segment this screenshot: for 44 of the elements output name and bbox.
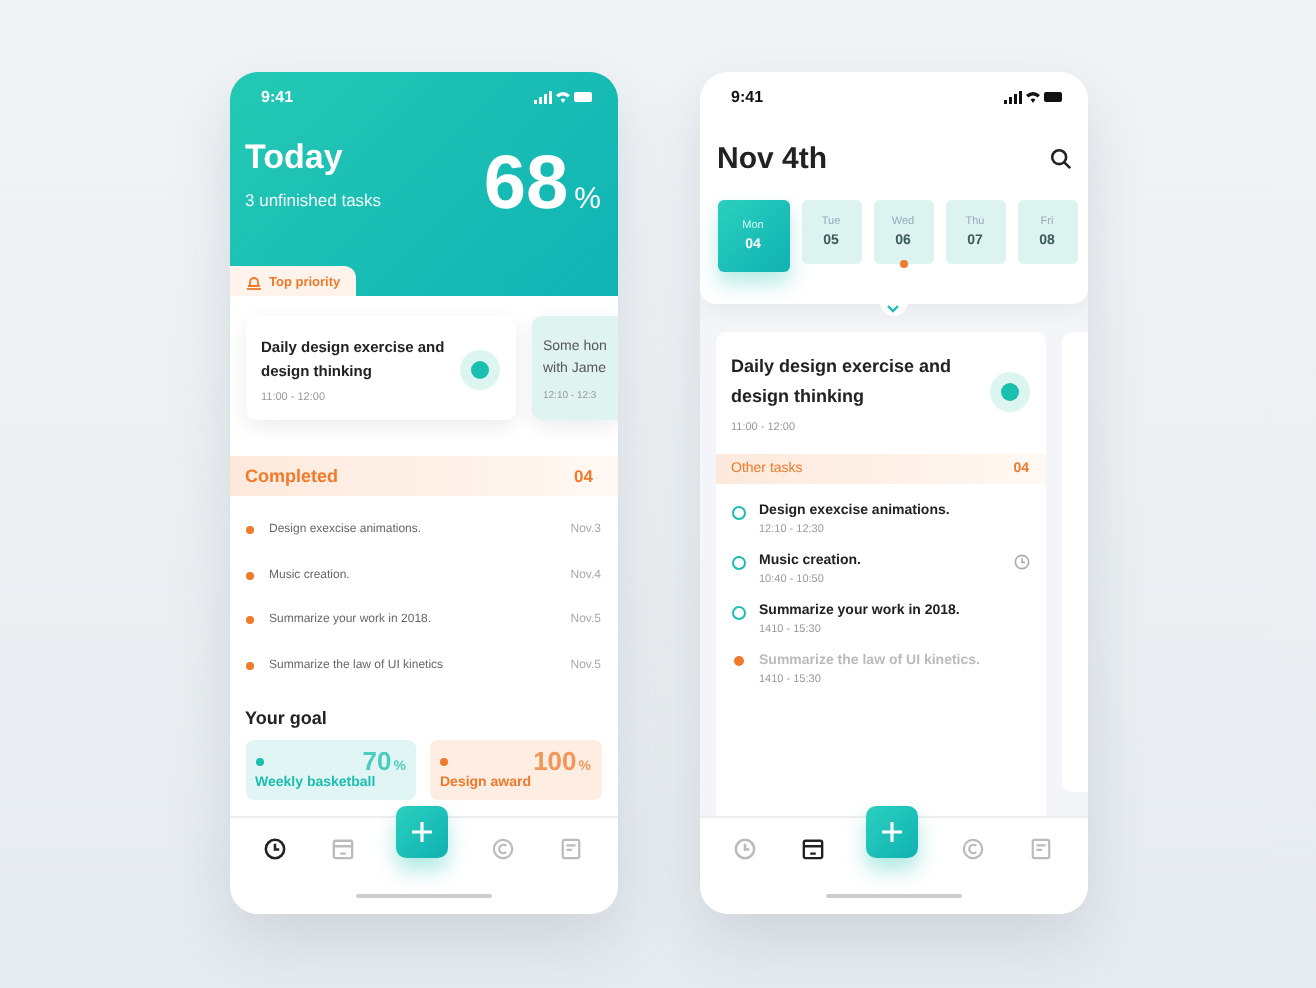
goal-value: 70 [362, 748, 392, 774]
bell-icon [245, 274, 261, 290]
screen-title: Nov 4th [717, 142, 828, 176]
home-indicator [355, 893, 491, 899]
status-icons [533, 90, 593, 104]
bullet-dot [245, 661, 253, 670]
calendar-icon [332, 837, 355, 859]
copyright-icon [961, 837, 984, 859]
status-time: 9:41 [261, 88, 294, 106]
status-time: 9:41 [731, 88, 764, 106]
radio-icon [459, 350, 499, 390]
subtitle: 3 unfinished tasks [245, 190, 382, 210]
screen-title: Today [245, 138, 345, 178]
checkbox[interactable] [731, 605, 745, 620]
section-title: Completed [245, 466, 339, 486]
clock-icon [264, 837, 287, 859]
section-title: Your goal [243, 706, 329, 732]
copyright-icon [491, 837, 514, 859]
task-title: Daily design exercise and design thinking [731, 354, 954, 411]
radio-icon [989, 372, 1029, 413]
bullet-dot [245, 571, 253, 580]
calendar-icon [802, 837, 825, 859]
add-button[interactable] [866, 806, 919, 858]
search-icon [1049, 148, 1071, 170]
chevron-down-icon [886, 303, 900, 313]
note-icon [1029, 837, 1052, 859]
section-count: 04 [574, 466, 593, 486]
status-icons [1003, 90, 1063, 104]
checkbox[interactable] [731, 505, 745, 520]
search-button[interactable] [1049, 148, 1071, 170]
progress-value: 68 [483, 146, 569, 222]
nav-tab[interactable] [260, 833, 291, 863]
checkbox[interactable] [731, 555, 745, 570]
bullet-dot [245, 616, 253, 625]
add-button[interactable] [396, 806, 449, 858]
bullet-dot [245, 526, 253, 535]
note-icon [559, 837, 582, 859]
expand-button[interactable] [879, 300, 907, 316]
progress-unit: % [574, 182, 601, 216]
plus-icon [410, 820, 435, 844]
goal-value: 100 [533, 748, 577, 774]
home-indicator [825, 893, 961, 899]
clock-icon [734, 837, 757, 859]
plus-icon [880, 820, 905, 844]
